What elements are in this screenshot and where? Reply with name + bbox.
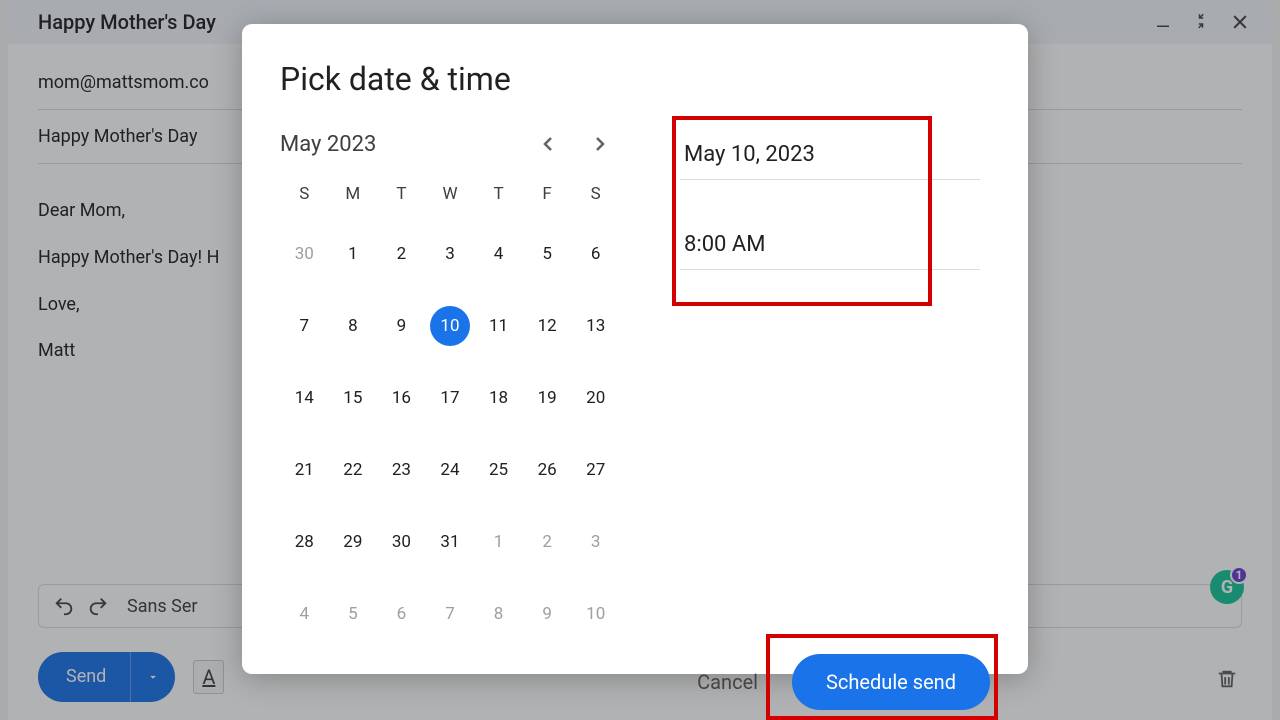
calendar-day[interactable]: 21 bbox=[280, 440, 329, 500]
calendar-day[interactable]: 31 bbox=[426, 512, 475, 572]
calendar-day[interactable]: 4 bbox=[280, 584, 329, 644]
calendar-day[interactable]: 18 bbox=[474, 368, 523, 428]
calendar-day[interactable]: 16 bbox=[377, 368, 426, 428]
calendar-day[interactable]: 6 bbox=[377, 584, 426, 644]
calendar-day[interactable]: 25 bbox=[474, 440, 523, 500]
calendar-day[interactable]: 8 bbox=[474, 584, 523, 644]
calendar-day[interactable]: 1 bbox=[329, 224, 378, 284]
calendar-day[interactable]: 28 bbox=[280, 512, 329, 572]
time-input[interactable] bbox=[680, 220, 980, 270]
calendar-day[interactable]: 23 bbox=[377, 440, 426, 500]
calendar-dow: F bbox=[523, 176, 572, 212]
calendar-day[interactable]: 4 bbox=[474, 224, 523, 284]
calendar-day[interactable]: 13 bbox=[571, 296, 620, 356]
calendar-day[interactable]: 5 bbox=[329, 584, 378, 644]
calendar-day[interactable]: 19 bbox=[523, 368, 572, 428]
calendar-day[interactable]: 1 bbox=[474, 512, 523, 572]
calendar-day[interactable]: 9 bbox=[377, 296, 426, 356]
calendar-dow: S bbox=[280, 176, 329, 212]
calendar-day[interactable]: 17 bbox=[426, 368, 475, 428]
schedule-send-button[interactable]: Schedule send bbox=[792, 654, 990, 710]
calendar-day[interactable]: 7 bbox=[280, 296, 329, 356]
inputs-pane bbox=[680, 130, 990, 644]
calendar-dow: T bbox=[474, 176, 523, 212]
dialog-title: Pick date & time bbox=[280, 60, 990, 98]
calendar-day[interactable]: 20 bbox=[571, 368, 620, 428]
calendar-day[interactable]: 14 bbox=[280, 368, 329, 428]
schedule-send-dialog: Pick date & time May 2023 SMTWTFS3012345… bbox=[242, 24, 1028, 674]
calendar-header: May 2023 bbox=[280, 130, 620, 158]
calendar-day[interactable]: 3 bbox=[426, 224, 475, 284]
calendar-day[interactable]: 8 bbox=[329, 296, 378, 356]
cancel-button[interactable]: Cancel bbox=[689, 660, 766, 704]
calendar-day[interactable]: 27 bbox=[571, 440, 620, 500]
calendar-day[interactable]: 2 bbox=[523, 512, 572, 572]
date-input[interactable] bbox=[680, 130, 980, 180]
calendar-grid: SMTWTFS301234567891011121314151617181920… bbox=[280, 176, 620, 644]
calendar-day[interactable]: 12 bbox=[523, 296, 572, 356]
calendar-day[interactable]: 10 bbox=[571, 584, 620, 644]
dialog-actions: Cancel Schedule send bbox=[280, 644, 990, 710]
calendar-day[interactable]: 10 bbox=[426, 296, 475, 356]
calendar-day[interactable]: 30 bbox=[280, 224, 329, 284]
calendar-day[interactable]: 30 bbox=[377, 512, 426, 572]
calendar-day[interactable]: 9 bbox=[523, 584, 572, 644]
calendar-day[interactable]: 15 bbox=[329, 368, 378, 428]
calendar-day[interactable]: 6 bbox=[571, 224, 620, 284]
next-month-button[interactable] bbox=[586, 130, 614, 158]
calendar-dow: T bbox=[377, 176, 426, 212]
calendar-day[interactable]: 3 bbox=[571, 512, 620, 572]
calendar-day[interactable]: 5 bbox=[523, 224, 572, 284]
calendar-pane: May 2023 SMTWTFS301234567891011121314151… bbox=[280, 130, 620, 644]
calendar-month-label: May 2023 bbox=[280, 132, 376, 157]
calendar-day[interactable]: 26 bbox=[523, 440, 572, 500]
calendar-day[interactable]: 22 bbox=[329, 440, 378, 500]
calendar-dow: W bbox=[426, 176, 475, 212]
calendar-day[interactable]: 24 bbox=[426, 440, 475, 500]
calendar-day[interactable]: 7 bbox=[426, 584, 475, 644]
calendar-day[interactable]: 11 bbox=[474, 296, 523, 356]
calendar-day[interactable]: 29 bbox=[329, 512, 378, 572]
calendar-dow: M bbox=[329, 176, 378, 212]
calendar-dow: S bbox=[571, 176, 620, 212]
calendar-day[interactable]: 2 bbox=[377, 224, 426, 284]
prev-month-button[interactable] bbox=[534, 130, 562, 158]
